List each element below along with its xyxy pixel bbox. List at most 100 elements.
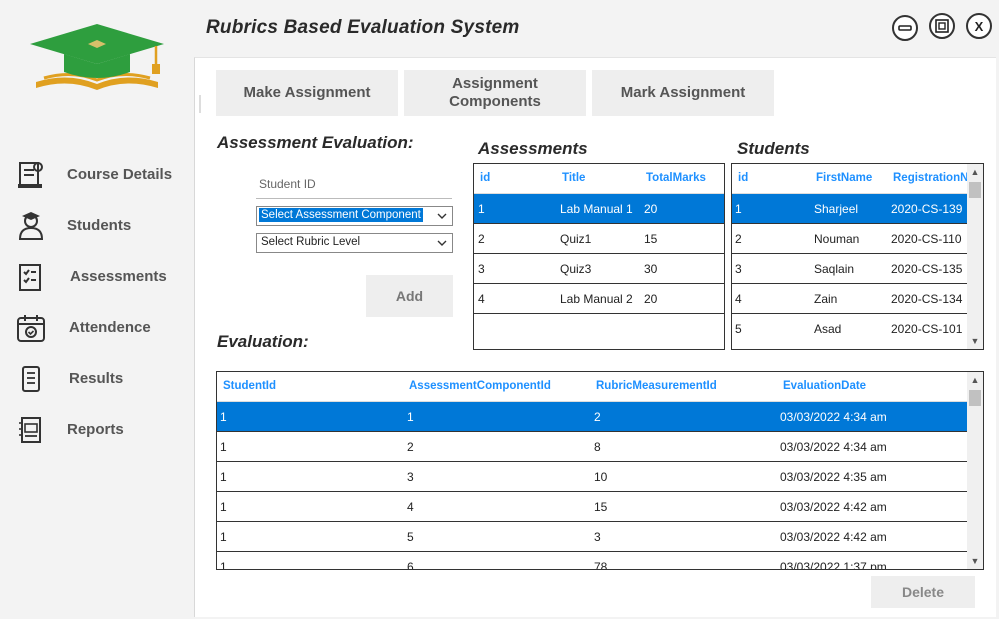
cell: Zain [814,292,838,306]
grid-header: id FirstName RegistrationN [732,164,968,194]
cell: 1 [478,202,485,216]
column-header-firstname[interactable]: FirstName [816,172,872,184]
reports-icon [19,417,41,443]
add-button[interactable]: Add [366,275,453,317]
cell: Nouman [814,232,860,246]
column-header-title[interactable]: Title [562,172,585,184]
column-header-assessmentcomponentid[interactable]: AssessmentComponentId [409,380,551,392]
cell: 03/03/2022 4:42 am [780,500,887,514]
cell: 1 [220,560,227,570]
cell: 03/03/2022 4:42 am [780,530,887,544]
table-row[interactable]: 1 5 3 03/03/2022 4:42 am [217,522,967,552]
cell: 20 [644,202,658,216]
tab-strip-edge [199,95,201,113]
maximize-button[interactable] [929,13,955,39]
tab-mark-assignment[interactable]: Mark Assignment [592,70,774,116]
column-header-evaluationdate[interactable]: EvaluationDate [783,380,866,392]
cell: 4 [478,292,485,306]
table-row[interactable]: 1 1 2 03/03/2022 4:34 am [217,402,967,432]
column-header-rubricmeasurementid[interactable]: RubricMeasurementId [596,380,717,392]
scroll-up-icon[interactable]: ▲ [967,164,983,180]
cell: 3 [735,262,742,276]
grid-header: StudentId AssessmentComponentId RubricMe… [217,372,967,402]
cell: 5 [735,322,742,336]
minimize-button[interactable] [892,15,918,41]
column-header-studentid[interactable]: StudentId [223,380,276,392]
student-id-input[interactable]: Student ID [256,173,452,199]
cell: 30 [644,262,658,276]
cell: 1 [735,202,742,216]
delete-button[interactable]: Delete [871,576,975,608]
cell: Quiz1 [560,232,592,246]
column-header-id[interactable]: id [738,172,748,184]
assessments-grid[interactable]: id Title TotalMarks 1 Lab Manual 1 20 2 … [473,163,725,350]
cell: 4 [407,500,414,514]
cell: 03/03/2022 4:35 am [780,470,887,484]
table-row[interactable]: 4 Lab Manual 2 20 [474,284,724,314]
scroll-down-icon[interactable]: ▼ [967,333,983,349]
sidebar-item-attendence[interactable]: Attendence [0,311,194,347]
tab-label-line1: Assignment [452,75,538,92]
attendance-calendar-icon [17,315,45,342]
table-row[interactable]: 2 Nouman 2020-CS-110 [732,224,967,254]
sidebar: Course Details Students Assessments Atte… [0,0,194,619]
assessment-component-select[interactable]: Select Assessment Component [256,206,453,226]
cell: Lab Manual 2 [560,292,633,306]
scroll-down-icon[interactable]: ▼ [967,553,983,569]
sidebar-item-results[interactable]: Results [0,362,194,398]
table-row[interactable]: 1 Lab Manual 1 20 [474,194,724,224]
app-title: Rubrics Based Evaluation System [206,17,520,38]
maximize-icon [935,19,949,33]
table-row[interactable]: 3 Quiz3 30 [474,254,724,284]
close-button[interactable]: X [966,13,992,39]
chevron-down-icon [437,213,447,219]
table-row[interactable]: 1 Sharjeel 2020-CS-139 [732,194,967,224]
cell: 1 [407,410,414,424]
table-row[interactable]: 5 Asad 2020-CS-101 [732,314,967,344]
sidebar-item-label: Students [67,217,132,234]
sidebar-item-reports[interactable]: Reports [0,413,194,449]
cell: 8 [594,440,601,454]
sidebar-item-course-details[interactable]: Course Details [0,158,194,194]
sidebar-item-assessments[interactable]: Assessments [0,260,194,296]
sidebar-item-label: Course Details [67,166,173,183]
students-grid[interactable]: id FirstName RegistrationN 1 Sharjeel 20… [731,163,984,350]
tab-label-line2: Components [449,93,541,110]
course-details-icon [18,162,43,188]
column-header-totalmarks[interactable]: TotalMarks [646,172,706,184]
cell: 2020-CS-110 [891,232,962,246]
assessments-title: Assessments [478,139,588,158]
cell: Lab Manual 1 [560,202,633,216]
graduation-cap-logo [30,24,164,90]
rubric-level-select[interactable]: Select Rubric Level [256,233,453,253]
select-value: Select Rubric Level [261,236,361,248]
table-row[interactable]: 4 Zain 2020-CS-134 [732,284,967,314]
cell: 6 [407,560,414,570]
cell: 3 [594,530,601,544]
table-row[interactable]: 2 Quiz1 15 [474,224,724,254]
cell: 2020-CS-134 [891,292,963,306]
sidebar-item-label: Assessments [70,268,167,285]
scroll-up-icon[interactable]: ▲ [967,372,983,388]
column-header-id[interactable]: id [480,172,490,184]
cell: 2 [478,232,485,246]
sidebar-item-label: Reports [67,421,124,438]
cell: Asad [814,322,842,336]
tab-make-assignment[interactable]: Make Assignment [216,70,398,116]
table-row[interactable]: 3 Saqlain 2020-CS-135 [732,254,967,284]
cell: 2020-CS-139 [891,202,963,216]
column-header-registrationno[interactable]: RegistrationN [893,172,968,184]
table-row[interactable]: 1 4 15 03/03/2022 4:42 am [217,492,967,522]
cell: 3 [478,262,485,276]
students-scrollbar[interactable]: ▲ ▼ [967,164,983,349]
evaluation-scrollbar[interactable]: ▲ ▼ [967,372,983,569]
scroll-thumb[interactable] [969,390,981,406]
table-row[interactable]: 1 6 78 03/03/2022 1:37 pm [217,552,967,570]
tab-assignment-components[interactable]: Assignment Components [404,70,586,116]
cell: 5 [407,530,414,544]
table-row[interactable]: 1 3 10 03/03/2022 4:35 am [217,462,967,492]
scroll-thumb[interactable] [969,182,981,198]
evaluation-grid[interactable]: StudentId AssessmentComponentId RubricMe… [216,371,984,570]
table-row[interactable]: 1 2 8 03/03/2022 4:34 am [217,432,967,462]
sidebar-item-students[interactable]: Students [0,209,194,245]
